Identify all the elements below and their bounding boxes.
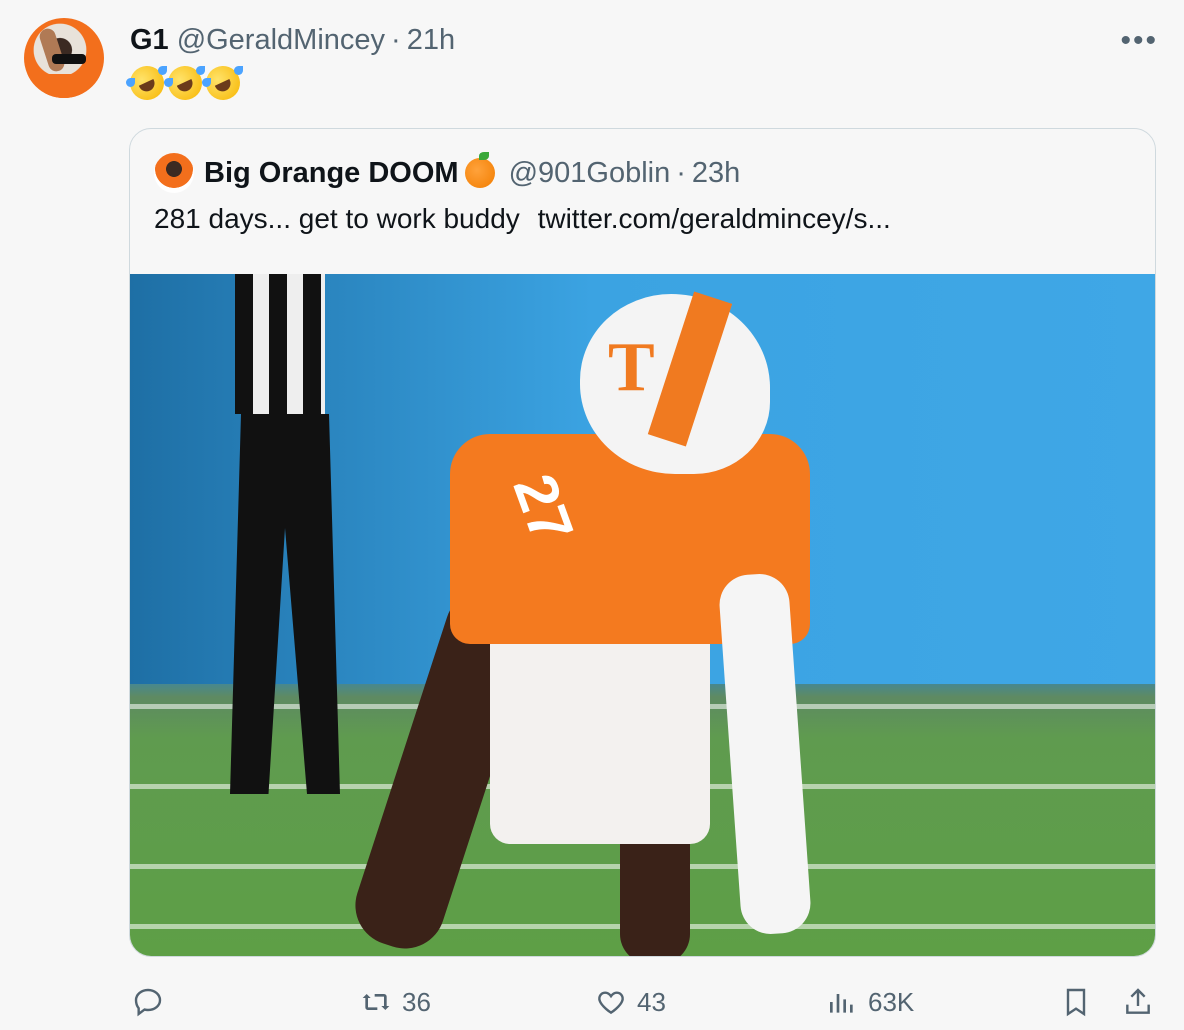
referee-figure [200,274,360,794]
share-button[interactable] [1122,980,1154,1024]
quoted-author-avatar [154,153,194,193]
tweet-text [124,60,246,106]
rolling-laughing-emoji-icon [200,60,246,106]
quoted-tweet-card[interactable]: Big Orange DOOM @901Goblin · 23h 281 day… [129,128,1156,957]
reply-icon [134,988,162,1017]
author-avatar[interactable] [24,18,104,98]
quoted-tweet-body: 281 days... get to work buddy [154,203,520,234]
bookmark-icon [1066,988,1086,1017]
heart-icon [598,991,624,1015]
quoted-tweet-text: 281 days... get to work buddy twitter.co… [154,203,891,235]
quoted-tweet-header: Big Orange DOOM @901Goblin · 23h [154,152,741,193]
reply-button[interactable] [132,980,174,1024]
quoted-author-name: Big Orange DOOM [204,156,459,189]
rolling-laughing-emoji-icon [124,60,170,106]
author-name[interactable]: G1 [130,24,169,57]
quoted-author-handle: @901Goblin [508,156,671,189]
quoted-tweet-photo[interactable]: 27 T [130,274,1155,956]
rolling-laughing-emoji-icon [162,60,208,106]
avatar-shirt [24,74,104,98]
views-count: 63K [868,986,915,1017]
analytics-bars-icon [830,994,853,1013]
more-options-icon[interactable]: ••• [1120,24,1158,58]
quoted-tweet-time: 23h [691,156,741,189]
like-count: 43 [637,986,666,1017]
retweet-icon [362,994,390,1010]
share-icon [1126,988,1150,1014]
like-button[interactable]: 43 [595,980,666,1024]
separator-dot: · [391,23,401,56]
separator-dot: · [676,156,686,189]
bookmark-button[interactable] [1060,980,1092,1024]
football-player-figure: 27 T [345,291,840,956]
views-button[interactable]: 63K [826,980,914,1024]
tweet-header: G1 @GeraldMincey · 21h [130,20,455,60]
avatar-hand [37,26,67,74]
quoted-tweet-link[interactable]: twitter.com/geraldmincey/s... [538,203,891,234]
retweet-button[interactable]: 36 [360,980,431,1024]
tweet-time[interactable]: 21h [407,24,455,57]
avatar-sunglasses [52,54,86,64]
orange-emoji-icon [464,152,495,188]
retweet-count: 36 [402,986,431,1017]
tweet-actions-bar: 36 43 63K [0,980,1184,1024]
author-handle[interactable]: @GeraldMincey [177,24,385,57]
